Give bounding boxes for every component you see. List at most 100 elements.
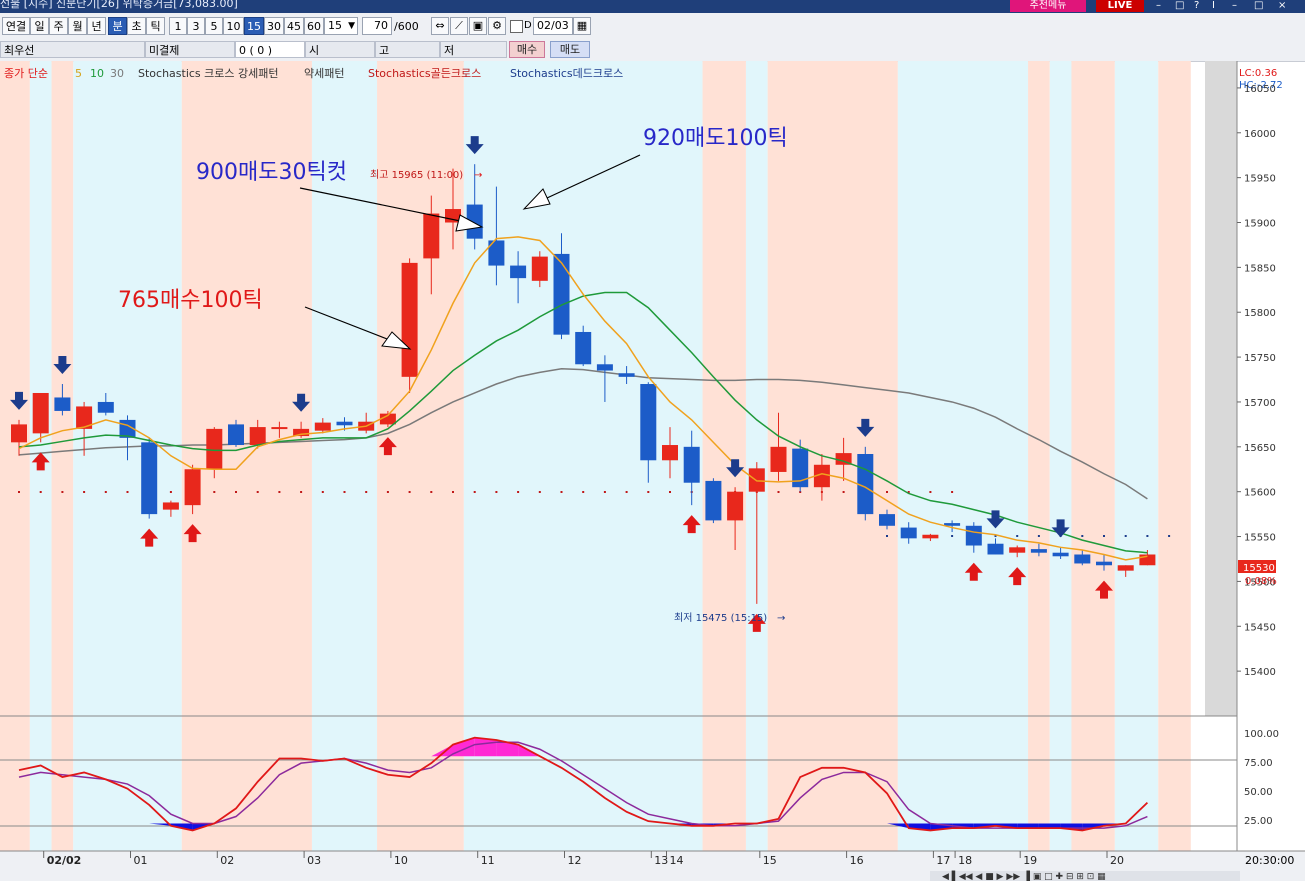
candle-body — [228, 424, 244, 446]
resist-dot — [1146, 535, 1149, 537]
time-tick-label: 18 — [958, 854, 972, 867]
d-checkbox[interactable] — [510, 20, 523, 33]
period-minute-button[interactable]: 분 — [108, 17, 127, 35]
candle-body — [662, 445, 678, 461]
period-month-button[interactable]: 월 — [68, 17, 87, 35]
trend-tool-icon[interactable]: ⟋ — [450, 17, 468, 35]
interval-45-button[interactable]: 45 — [284, 17, 304, 35]
window-minimize-icon[interactable]: – — [1232, 0, 1237, 12]
interval-10-button[interactable]: 10 — [223, 17, 244, 35]
price-tick-label: 15700 — [1244, 398, 1276, 409]
interval-5-button[interactable]: 5 — [205, 17, 223, 35]
zone-up — [767, 61, 898, 851]
osc-tick-label: 25.00 — [1244, 816, 1273, 827]
price-axis: 16050 16000 15950 15900 15850 15800 15750 15700… — [1237, 84, 1276, 678]
period-tick-button[interactable]: 틱 — [146, 17, 165, 35]
stop-dot — [538, 491, 541, 493]
stop-dot — [495, 491, 498, 493]
zoom-out-icon[interactable]: ⇔ — [431, 17, 449, 35]
open-interest-label: 미결제 — [145, 41, 235, 58]
candle-body — [857, 454, 874, 515]
open-label: 시 — [305, 41, 375, 58]
resist-dot — [1124, 535, 1127, 537]
time-tick-label: 10 — [394, 854, 408, 867]
interval-1-button[interactable]: 1 — [169, 17, 187, 35]
low-price-arrow: → — [777, 613, 785, 624]
zone-up — [0, 61, 30, 851]
period-year-button[interactable]: 년 — [87, 17, 106, 35]
period-week-button[interactable]: 주 — [49, 17, 68, 35]
interval-15-button[interactable]: 15 — [244, 17, 264, 35]
candle-body — [596, 364, 613, 371]
candle-body — [944, 523, 961, 526]
help-icon[interactable]: ? — [1194, 0, 1199, 12]
high-price-arrow: → — [474, 170, 482, 181]
candle-body — [97, 401, 114, 413]
pattern-zones — [0, 61, 1191, 851]
calendar-icon[interactable]: ▦ — [573, 17, 591, 35]
live-button[interactable]: LIVE — [1096, 0, 1144, 12]
settings-gear-icon[interactable]: ⚙ — [488, 17, 506, 35]
best-quote-label: 최우선 — [0, 41, 145, 58]
recommend-menu-button[interactable]: 추천메뉴 — [1010, 0, 1086, 12]
time-tick-label: 01 — [134, 854, 148, 867]
stop-dot — [430, 491, 433, 493]
interval-select[interactable]: 15 ▼ — [324, 17, 358, 35]
legend-lc: LC:0.36 — [1239, 68, 1277, 79]
zone-up — [51, 61, 74, 851]
pin-icon[interactable]: I — [1212, 0, 1215, 12]
interval-30-button[interactable]: 30 — [264, 17, 284, 35]
stop-dot — [61, 491, 64, 493]
interval-60-button[interactable]: 60 — [304, 17, 324, 35]
time-clock: 20:30:00 — [1245, 854, 1294, 867]
period-continuous-button[interactable]: 연결 — [2, 17, 30, 35]
stop-dot — [300, 491, 303, 493]
buy-button[interactable]: 매수 — [509, 41, 545, 58]
minimize-icon[interactable]: – — [1156, 0, 1161, 12]
open-interest-value: 0 ( 0 ) — [235, 41, 305, 58]
save-icon[interactable]: ▣ — [469, 17, 487, 35]
interval-3-button[interactable]: 3 — [187, 17, 205, 35]
window-close-icon[interactable]: × — [1278, 0, 1286, 12]
time-tick-label: 19 — [1023, 854, 1037, 867]
date-input[interactable]: 02/03 — [533, 17, 573, 35]
stop-dot — [951, 491, 954, 493]
count-input[interactable]: 70 — [362, 17, 392, 35]
stop-dot — [560, 491, 563, 493]
restore-icon[interactable]: □ — [1175, 0, 1184, 12]
zone-down — [745, 61, 768, 851]
scroll-controls-icon[interactable]: ◀ ▌◀◀ ◀ ■ ▶ ▶▶ ▐ ▣ □ ✚ ⊟ ⊞ ⊡ ▦ — [942, 870, 1106, 881]
chart-toolbar: 연결 일 주 월 년 분 초 틱 1 3 5 10 15 30 45 60 15… — [0, 13, 1305, 40]
annotation-sell-900: 900매도30틱컷 — [196, 160, 347, 185]
time-tick-label: 14 — [669, 854, 683, 867]
chart-area[interactable]: 종가 단순 5 10 30 Stochastics 크로스 강세패턴 약세패턴 … — [0, 61, 1305, 881]
stop-dot — [321, 491, 324, 493]
stop-dot — [386, 491, 389, 493]
stop-dot — [83, 491, 86, 493]
stop-dot — [842, 491, 845, 493]
legend-ma5: 5 — [75, 67, 82, 80]
period-second-button[interactable]: 초 — [127, 17, 146, 35]
legend-ma30: 30 — [110, 67, 124, 80]
price-tick-label: 16050 — [1244, 84, 1276, 95]
osc-tick-label: 100.00 — [1244, 729, 1279, 740]
window-maximize-icon[interactable]: □ — [1254, 0, 1263, 12]
current-change: 0.08% — [1245, 576, 1277, 587]
d-checkbox-label: D — [524, 20, 532, 31]
zone-up — [1028, 61, 1050, 851]
stop-dot — [126, 491, 129, 493]
legend-bearish-pattern: 약세패턴 — [304, 66, 344, 80]
time-tick-label: 03 — [307, 854, 321, 867]
chevron-down-icon: ▼ — [348, 21, 355, 31]
candle-body — [879, 514, 895, 526]
sell-button[interactable]: 매도 — [550, 41, 590, 58]
oscillator-axis: 100.00 75.00 50.00 25.00 — [1244, 729, 1279, 827]
period-day-button[interactable]: 일 — [30, 17, 49, 35]
price-tick-label: 15900 — [1244, 219, 1276, 230]
candle-body — [1009, 547, 1026, 553]
candle-body — [401, 262, 418, 377]
stop-dot — [886, 491, 888, 493]
resist-dot — [951, 535, 954, 537]
candle-body — [162, 502, 179, 510]
candle-body — [1117, 565, 1134, 571]
